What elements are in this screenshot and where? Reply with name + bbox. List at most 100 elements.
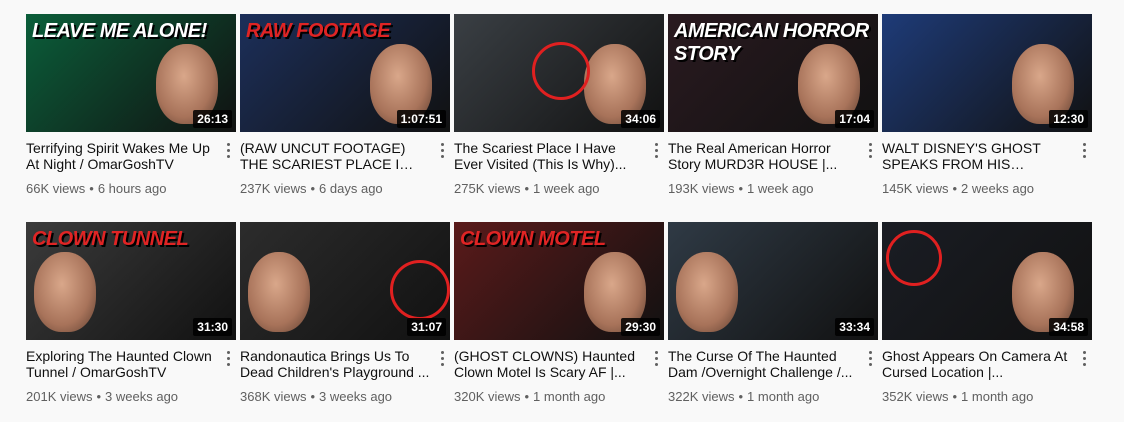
host-face bbox=[248, 252, 310, 332]
thumbnail-overlay-text: CLOWN TUNNEL bbox=[32, 228, 189, 250]
separator-dot: • bbox=[738, 181, 744, 196]
separator-dot: • bbox=[952, 181, 958, 196]
separator-dot: • bbox=[524, 389, 530, 404]
highlight-circle bbox=[390, 260, 450, 320]
video-thumbnail[interactable]: CLOWN TUNNEL 31:30 bbox=[26, 222, 236, 340]
video-card[interactable]: 33:34 The Curse Of The Haunted Dam /Over… bbox=[668, 222, 878, 422]
video-stats: 320K views • 1 month ago bbox=[454, 389, 664, 404]
video-thumbnail[interactable]: 33:34 bbox=[668, 222, 878, 340]
thumbnail-overlay-text: AMERICAN HORROR STORY bbox=[674, 20, 869, 65]
video-title[interactable]: Terrifying Spirit Wakes Me Up At Night /… bbox=[26, 140, 216, 172]
video-title[interactable]: The Real American Horror Story MURD3R HO… bbox=[668, 140, 858, 172]
upload-age: 1 month ago bbox=[961, 389, 1034, 404]
more-options-icon[interactable] bbox=[648, 138, 664, 162]
video-stats: 201K views • 3 weeks ago bbox=[26, 389, 236, 404]
video-thumbnail[interactable]: 31:07 bbox=[240, 222, 450, 340]
video-card[interactable]: 34:06 The Scariest Place I Have Ever Vis… bbox=[454, 14, 664, 214]
separator-dot: • bbox=[738, 389, 744, 404]
video-thumbnail[interactable]: 34:06 bbox=[454, 14, 664, 132]
video-thumbnail[interactable]: CLOWN MOTEL 29:30 bbox=[454, 222, 664, 340]
upload-age: 6 days ago bbox=[319, 181, 383, 196]
video-duration: 31:07 bbox=[407, 318, 446, 336]
video-meta: The Curse Of The Haunted Dam /Overnight … bbox=[668, 340, 878, 404]
video-card[interactable]: CLOWN TUNNEL 31:30 Exploring The Haunted… bbox=[26, 222, 236, 422]
upload-age: 2 weeks ago bbox=[961, 181, 1035, 196]
upload-age: 3 weeks ago bbox=[105, 389, 179, 404]
view-count: 352K views bbox=[882, 389, 949, 404]
video-duration: 1:07:51 bbox=[396, 110, 446, 128]
video-card[interactable]: 31:07 Randonautica Brings Us To Dead Chi… bbox=[240, 222, 450, 422]
thumbnail-overlay-text: LEAVE ME ALONE! bbox=[32, 20, 207, 42]
video-duration: 34:58 bbox=[1049, 318, 1088, 336]
video-title[interactable]: (RAW UNCUT FOOTAGE) THE SCARIEST PLACE I… bbox=[240, 140, 430, 172]
video-meta: WALT DISNEY'S GHOST SPEAKS FROM HIS GRAV… bbox=[882, 132, 1092, 196]
video-card[interactable]: AMERICAN HORROR STORY 17:04 The Real Ame… bbox=[668, 14, 878, 214]
video-card[interactable]: 12:30 WALT DISNEY'S GHOST SPEAKS FROM HI… bbox=[882, 14, 1092, 214]
more-options-icon[interactable] bbox=[220, 346, 236, 370]
video-stats: 275K views • 1 week ago bbox=[454, 181, 664, 196]
host-face bbox=[34, 252, 96, 332]
video-meta: Ghost Appears On Camera At Cursed Locati… bbox=[882, 340, 1092, 404]
video-title[interactable]: (GHOST CLOWNS) Haunted Clown Motel Is Sc… bbox=[454, 348, 644, 380]
upload-age: 6 hours ago bbox=[97, 181, 167, 196]
more-options-icon[interactable] bbox=[220, 138, 236, 162]
view-count: 320K views bbox=[454, 389, 521, 404]
more-options-icon[interactable] bbox=[1076, 346, 1092, 370]
view-count: 201K views bbox=[26, 389, 93, 404]
view-count: 193K views bbox=[668, 181, 735, 196]
video-thumbnail[interactable]: 12:30 bbox=[882, 14, 1092, 132]
video-meta: Randonautica Brings Us To Dead Children'… bbox=[240, 340, 450, 404]
video-duration: 31:30 bbox=[193, 318, 232, 336]
video-title[interactable]: Randonautica Brings Us To Dead Children'… bbox=[240, 348, 430, 380]
more-options-icon[interactable] bbox=[862, 346, 878, 370]
view-count: 275K views bbox=[454, 181, 521, 196]
more-options-icon[interactable] bbox=[648, 346, 664, 370]
upload-age: 1 week ago bbox=[533, 181, 600, 196]
video-duration: 26:13 bbox=[193, 110, 232, 128]
video-stats: 322K views • 1 month ago bbox=[668, 389, 878, 404]
video-duration: 33:34 bbox=[835, 318, 874, 336]
video-title[interactable]: WALT DISNEY'S GHOST SPEAKS FROM HIS GRAV… bbox=[882, 140, 1072, 172]
video-thumbnail[interactable]: LEAVE ME ALONE! 26:13 bbox=[26, 14, 236, 132]
video-stats: 237K views • 6 days ago bbox=[240, 181, 450, 196]
more-options-icon[interactable] bbox=[434, 138, 450, 162]
more-options-icon[interactable] bbox=[1076, 138, 1092, 162]
video-title[interactable]: Exploring The Haunted Clown Tunnel / Oma… bbox=[26, 348, 216, 380]
video-title[interactable]: The Curse Of The Haunted Dam /Overnight … bbox=[668, 348, 858, 380]
separator-dot: • bbox=[96, 389, 102, 404]
view-count: 145K views bbox=[882, 181, 949, 196]
video-stats: 193K views • 1 week ago bbox=[668, 181, 878, 196]
video-meta: Terrifying Spirit Wakes Me Up At Night /… bbox=[26, 132, 236, 196]
video-duration: 29:30 bbox=[621, 318, 660, 336]
video-thumbnail[interactable]: RAW FOOTAGE 1:07:51 bbox=[240, 14, 450, 132]
video-stats: 66K views • 6 hours ago bbox=[26, 181, 236, 196]
video-meta: The Scariest Place I Have Ever Visited (… bbox=[454, 132, 664, 196]
video-card[interactable]: LEAVE ME ALONE! 26:13 Terrifying Spirit … bbox=[26, 14, 236, 214]
video-card[interactable]: RAW FOOTAGE 1:07:51 (RAW UNCUT FOOTAGE) … bbox=[240, 14, 450, 214]
view-count: 368K views bbox=[240, 389, 307, 404]
video-thumbnail[interactable]: AMERICAN HORROR STORY 17:04 bbox=[668, 14, 878, 132]
thumbnail-overlay-text: CLOWN MOTEL bbox=[460, 228, 606, 250]
more-options-icon[interactable] bbox=[434, 346, 450, 370]
more-options-icon[interactable] bbox=[862, 138, 878, 162]
video-stats: 352K views • 1 month ago bbox=[882, 389, 1092, 404]
video-title[interactable]: Ghost Appears On Camera At Cursed Locati… bbox=[882, 348, 1072, 380]
video-row: CLOWN TUNNEL 31:30 Exploring The Haunted… bbox=[26, 222, 1116, 422]
view-count: 237K views bbox=[240, 181, 307, 196]
video-meta: Exploring The Haunted Clown Tunnel / Oma… bbox=[26, 340, 236, 404]
video-row: LEAVE ME ALONE! 26:13 Terrifying Spirit … bbox=[26, 14, 1116, 214]
view-count: 322K views bbox=[668, 389, 735, 404]
separator-dot: • bbox=[524, 181, 530, 196]
video-card[interactable]: 34:58 Ghost Appears On Camera At Cursed … bbox=[882, 222, 1092, 422]
highlight-circle bbox=[886, 230, 942, 286]
video-stats: 145K views • 2 weeks ago bbox=[882, 181, 1092, 196]
video-card[interactable]: CLOWN MOTEL 29:30 (GHOST CLOWNS) Haunted… bbox=[454, 222, 664, 422]
thumbnail-overlay-text: RAW FOOTAGE bbox=[246, 20, 391, 42]
upload-age: 3 weeks ago bbox=[319, 389, 393, 404]
video-meta: The Real American Horror Story MURD3R HO… bbox=[668, 132, 878, 196]
separator-dot: • bbox=[952, 389, 958, 404]
video-thumbnail[interactable]: 34:58 bbox=[882, 222, 1092, 340]
host-face bbox=[676, 252, 738, 332]
video-title[interactable]: The Scariest Place I Have Ever Visited (… bbox=[454, 140, 644, 172]
video-stats: 368K views • 3 weeks ago bbox=[240, 389, 450, 404]
